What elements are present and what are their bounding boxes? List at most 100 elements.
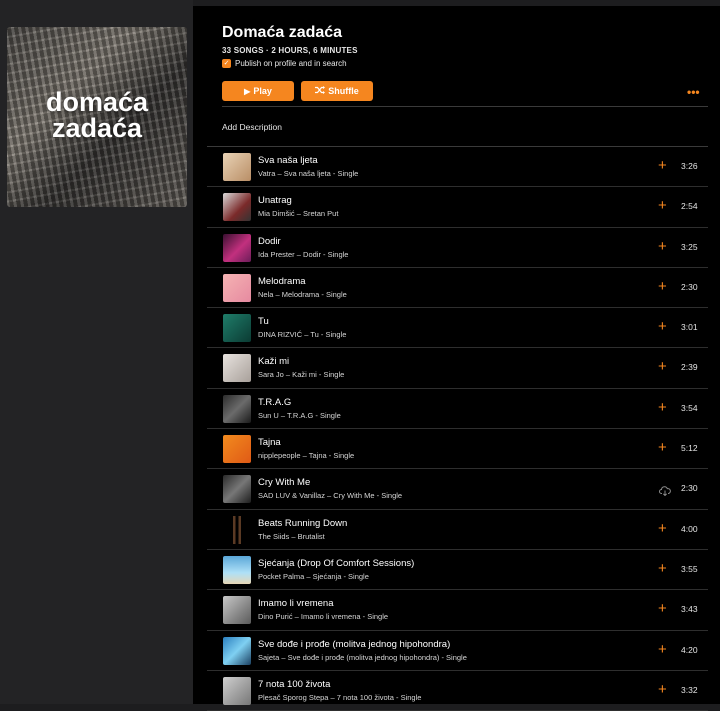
track-artwork — [223, 273, 251, 302]
track-row[interactable]: Melodrama Nela – Melodrama - Single +2:30 — [207, 268, 708, 309]
track-subtitle: Vatra – Sva naša ljeta - Single — [258, 169, 359, 178]
track-title: Tajna — [258, 437, 281, 449]
track-artwork — [223, 354, 251, 383]
track-duration: 3:43 — [681, 604, 698, 615]
track-subtitle: The Siids – Brutalist — [258, 531, 325, 541]
track-duration: 4:00 — [681, 523, 698, 534]
track-subtitle: Pocket Palma – Sjećanja - Single — [258, 571, 369, 581]
track-row[interactable]: Tu DINA RIZVIĆ – Tu - Single +3:01 — [207, 308, 708, 349]
track-subtitle: Dino Purić – Imamo li vremena - Single — [258, 612, 389, 622]
shuffle-icon — [315, 86, 326, 96]
playlist-title: Domaća zadaća — [222, 24, 343, 41]
add-to-library-icon[interactable]: + — [658, 601, 667, 616]
track-row[interactable]: Sjećanja (Drop Of Comfort Sessions) Pocke… — [207, 550, 708, 591]
track-subtitle: DINA RIZVIĆ – Tu - Single — [258, 330, 347, 340]
playlist-panel: Domaća zadaća 33 SONGS · 2 HOURS, 6 MINU… — [193, 6, 720, 711]
add-to-library-icon[interactable]: + — [658, 682, 667, 697]
track-artwork — [223, 193, 251, 222]
publish-checkbox[interactable]: ✓ — [222, 59, 231, 68]
track-subtitle: Sara Jo – Kaži mi - Single — [258, 370, 345, 380]
track-artwork — [223, 676, 251, 705]
track-duration: 4:20 — [681, 644, 698, 655]
add-to-library-icon[interactable]: + — [658, 239, 667, 254]
track-artwork — [223, 233, 251, 262]
track-duration: 2:30 — [681, 483, 698, 494]
track-title: Cry With Me — [258, 477, 311, 489]
add-to-library-icon[interactable]: + — [658, 440, 667, 455]
cloud-download-icon[interactable] — [659, 483, 671, 501]
track-duration: 3:01 — [681, 322, 698, 333]
track-subtitle: nipplepeople – Tajna - Single — [258, 451, 355, 461]
track-row[interactable]: Kaži mi Sara Jo – Kaži mi - Single +2:39 — [207, 348, 708, 389]
track-row[interactable]: Sva naša ljeta Vatra – Sva naša ljeta - S… — [207, 147, 708, 188]
track-subtitle: Ida Prester – Dodir - Single — [258, 249, 349, 259]
left-pane: domaća zadaća — [0, 0, 193, 704]
track-duration: 2:30 — [681, 281, 698, 292]
track-title: Beats Running Down — [258, 517, 348, 529]
add-to-library-icon[interactable]: + — [658, 158, 667, 173]
track-subtitle: Sajeta – Sve dođe i prođe (molitva jedno… — [258, 652, 467, 662]
track-title: Unatrag — [258, 195, 292, 207]
track-subtitle: Plesač Sporog Stepa – 7 nota 100 života … — [258, 692, 422, 702]
add-description-link[interactable]: Add Description — [222, 122, 282, 132]
track-duration: 3:54 — [681, 402, 698, 413]
track-row[interactable]: 7 nota 100 života Plesač Sporog Stepa – 7… — [207, 671, 708, 711]
play-button[interactable]: ▶ Play — [222, 81, 294, 101]
track-row[interactable]: T.R.A.G Sun U – T.R.A.G - Single +3:54 — [207, 389, 708, 430]
track-duration: 3:55 — [681, 563, 698, 574]
header-divider — [222, 106, 708, 107]
track-duration: 3:32 — [681, 684, 698, 695]
track-row[interactable]: Dodir Ida Prester – Dodir - Single +3:25 — [207, 228, 708, 268]
add-to-library-icon[interactable]: + — [658, 400, 667, 415]
track-list: Sva naša ljeta Vatra – Sva naša ljeta - S… — [207, 146, 708, 711]
track-artwork — [223, 314, 251, 343]
play-label: Play — [253, 86, 272, 96]
shuffle-button[interactable]: Shuffle — [301, 81, 373, 101]
add-to-library-icon[interactable]: + — [658, 279, 667, 294]
track-title: T.R.A.G — [258, 396, 292, 408]
publish-toggle[interactable]: ✓ Publish on profile and in search — [222, 59, 347, 68]
track-title: 7 nota 100 života — [258, 678, 331, 690]
track-artwork — [223, 636, 251, 665]
track-duration: 5:12 — [681, 443, 698, 454]
track-title: Sve dođe i prođe (molitva jednog hipohon… — [258, 638, 451, 650]
track-row[interactable]: Beats Running Down The Siids – Brutalist +… — [207, 510, 708, 550]
more-options-icon[interactable]: ••• — [687, 85, 700, 99]
add-to-library-icon[interactable]: + — [658, 642, 667, 657]
add-to-library-icon[interactable]: + — [658, 198, 667, 213]
track-subtitle: Sun U – T.R.A.G - Single — [258, 410, 341, 420]
track-title: Sva naša ljeta — [258, 155, 318, 166]
track-title: Kaži mi — [258, 356, 290, 368]
track-duration: 2:54 — [681, 201, 698, 212]
track-title: Dodir — [258, 235, 281, 247]
track-subtitle: Mia Dimšić – Sretan Put — [258, 209, 339, 219]
track-row[interactable]: Sve dođe i prođe (molitva jednog hipohon… — [207, 631, 708, 671]
track-artwork — [223, 596, 251, 625]
track-subtitle: Nela – Melodrama - Single — [258, 289, 347, 299]
add-to-library-icon[interactable]: + — [658, 521, 667, 536]
track-row[interactable]: Cry With Me SAD LUV & Vanillaz – Cry With… — [207, 469, 708, 510]
track-row[interactable]: Unatrag Mia Dimšić – Sretan Put +2:54 — [207, 187, 708, 228]
add-to-library-icon[interactable]: + — [658, 359, 667, 374]
track-artwork — [223, 435, 251, 464]
track-subtitle: SAD LUV & Vanillaz – Cry With Me - Singl… — [258, 491, 403, 501]
publish-label: Publish on profile and in search — [235, 59, 347, 68]
track-row[interactable]: Tajna nipplepeople – Tajna - Single +5:12 — [207, 429, 708, 470]
track-title: Tu — [258, 316, 269, 328]
track-artwork — [223, 394, 251, 423]
add-to-library-icon[interactable]: + — [658, 319, 667, 334]
track-artwork — [223, 475, 251, 504]
track-duration: 2:39 — [681, 362, 698, 373]
track-artwork — [223, 153, 251, 181]
track-row[interactable]: Imamo li vremena Dino Purić – Imamo li vr… — [207, 590, 708, 631]
playlist-artwork[interactable]: domaća zadaća — [7, 27, 187, 207]
track-title: Imamo li vremena — [258, 598, 334, 610]
track-duration: 3:25 — [681, 241, 698, 252]
playlist-meta: 33 SONGS · 2 HOURS, 6 MINUTES — [222, 46, 358, 55]
artwork-title: domaća zadaća — [45, 87, 149, 143]
play-icon: ▶ — [244, 86, 251, 96]
track-title: Melodrama — [258, 275, 306, 287]
track-artwork — [223, 555, 251, 584]
add-to-library-icon[interactable]: + — [658, 561, 667, 576]
track-duration: 3:26 — [681, 161, 698, 171]
